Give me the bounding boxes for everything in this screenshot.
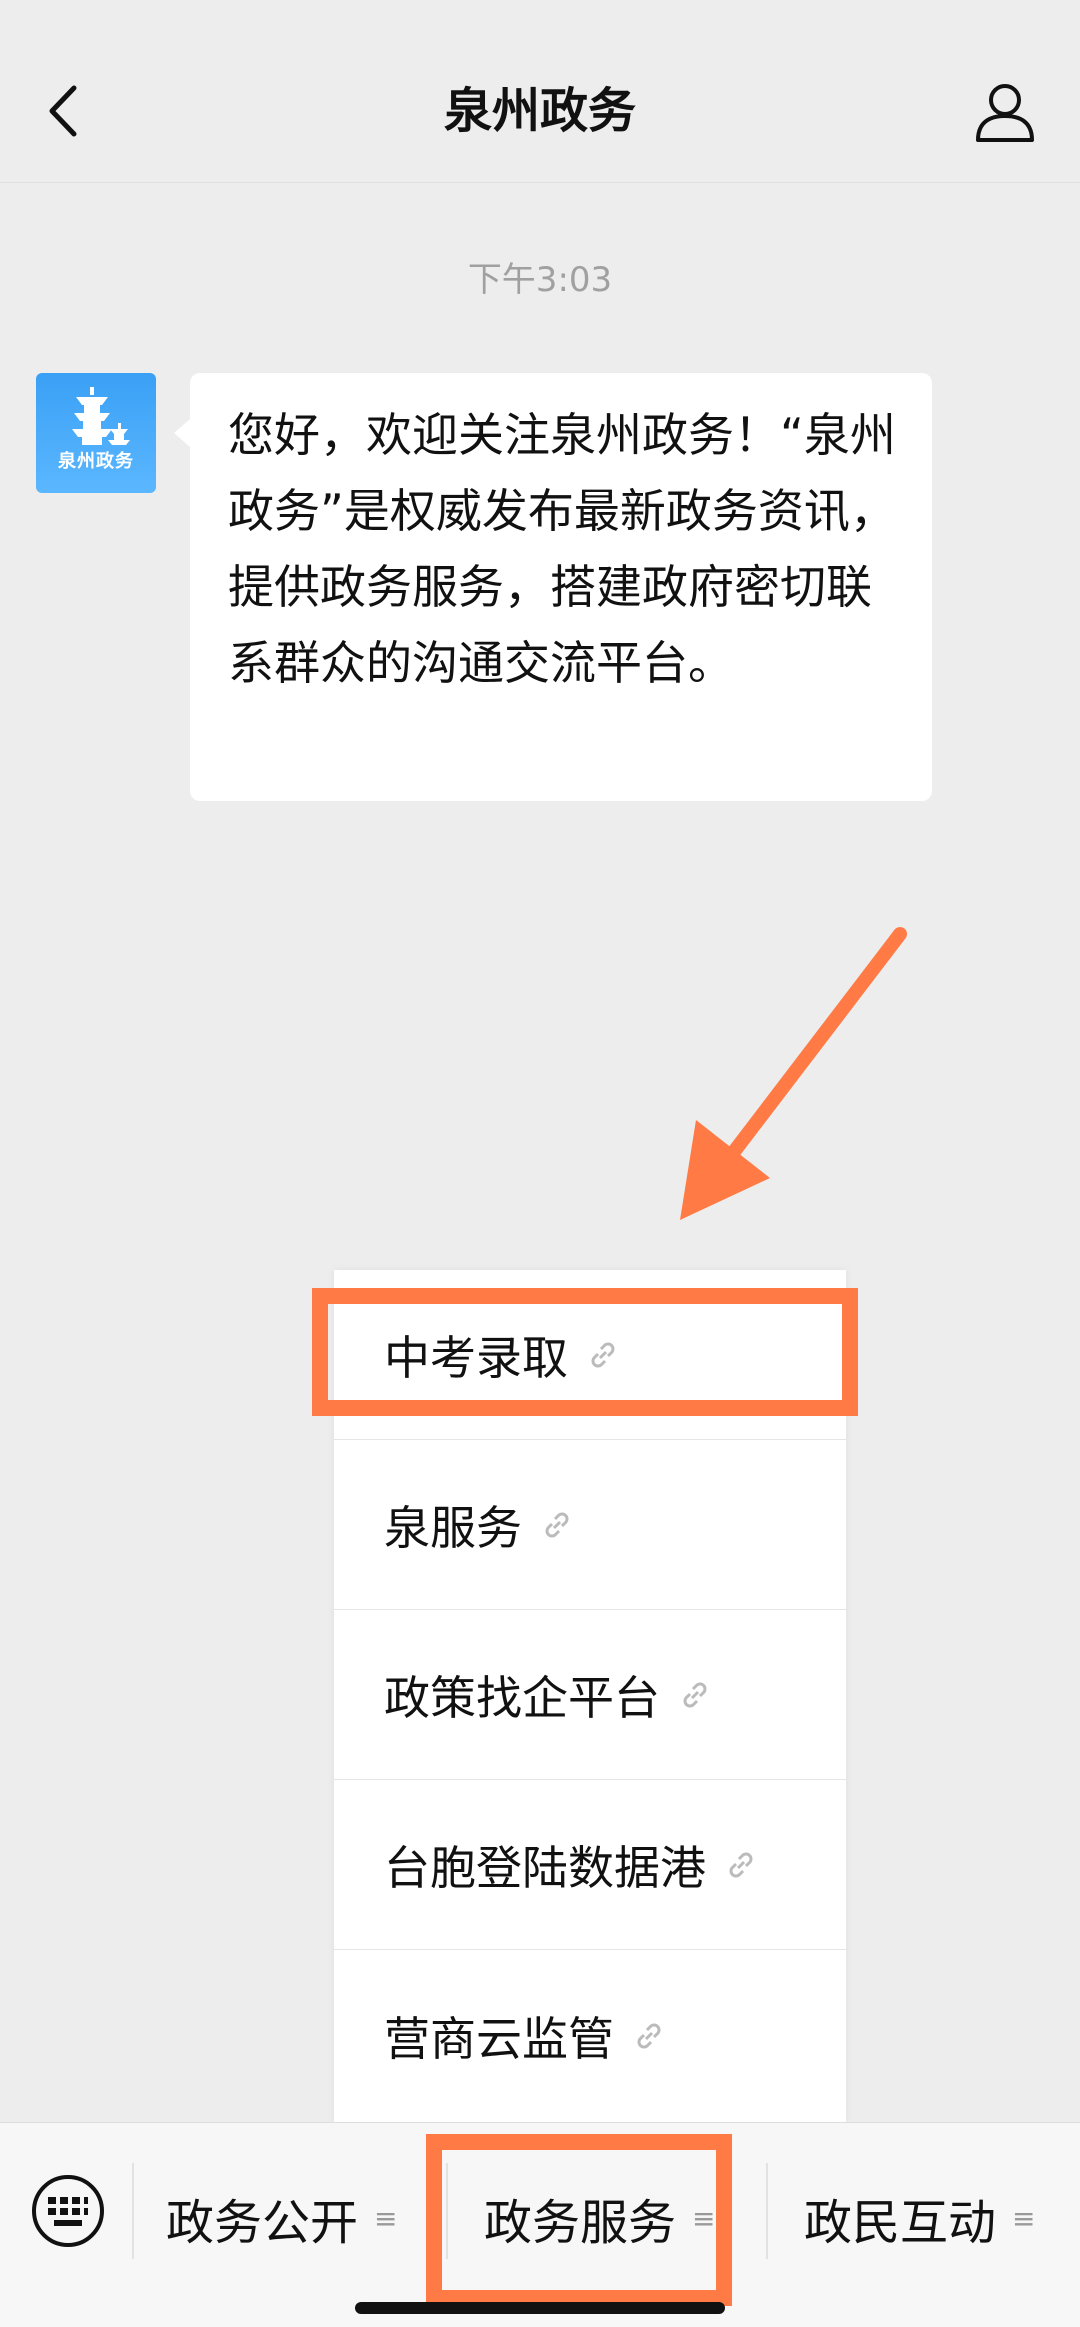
menu-item-label: 台胞登陆数据港 <box>384 1840 706 1895</box>
keyboard-icon[interactable] <box>30 2173 106 2249</box>
arrow-annotation-icon <box>680 927 907 1220</box>
menu-item-label: 中考录取 <box>384 1330 568 1385</box>
divider <box>446 2163 448 2259</box>
avatar[interactable]: 泉州政务 <box>36 373 156 493</box>
user-icon[interactable] <box>970 76 1040 146</box>
menu-item-policy-platform[interactable]: 政策找企平台 <box>334 1610 846 1780</box>
tab-label: 政务服务 <box>484 2195 677 2251</box>
tab-gov-open[interactable]: 政务公开 ≡ <box>166 2183 397 2253</box>
home-indicator[interactable] <box>355 2302 725 2314</box>
link-icon <box>729 1852 753 1877</box>
service-menu: 中考录取 泉服务 政策找企平台 台胞登陆数据港 营商云监管 <box>334 1270 846 2122</box>
tab-gov-service[interactable]: 政务服务 ≡ <box>484 2183 715 2253</box>
divider <box>766 2163 768 2259</box>
avatar-name: 泉州政务 <box>58 451 134 472</box>
menu-item-quan-service[interactable]: 泉服务 <box>334 1440 846 1610</box>
message-text: 您好，欢迎关注泉州政务！“泉州政务”是权威发布最新政务资讯，提供政务服务，搭建政… <box>228 408 896 690</box>
tab-citizen-interaction[interactable]: 政民互动 ≡ <box>804 2183 1035 2253</box>
divider <box>132 2163 134 2259</box>
menu-item-taiwan-data-port[interactable]: 台胞登陆数据港 <box>334 1780 846 1950</box>
link-icon <box>545 1512 569 1537</box>
tab-label: 政务公开 <box>166 2195 359 2251</box>
menu-lines-icon: ≡ <box>1012 2201 1036 2235</box>
link-icon <box>591 1342 615 1367</box>
menu-item-business-cloud[interactable]: 营商云监管 <box>334 1950 846 2122</box>
header-bar: 泉州政务 <box>0 0 1080 183</box>
menu-lines-icon: ≡ <box>692 2201 716 2235</box>
message-timestamp: 下午3:03 <box>467 260 613 300</box>
bottom-menu-bar: 政务公开 ≡ 政务服务 ≡ 政民互动 ≡ <box>0 2122 1080 2327</box>
message-bubble[interactable]: 您好，欢迎关注泉州政务！“泉州政务”是权威发布最新政务资讯，提供政务服务，搭建政… <box>174 373 932 801</box>
pagoda-logo-icon <box>72 387 130 445</box>
page-title: 泉州政务 <box>443 83 636 139</box>
menu-item-label: 营商云监管 <box>384 2012 614 2066</box>
link-icon <box>637 2023 661 2049</box>
menu-item-label: 泉服务 <box>384 1500 522 1555</box>
menu-item-label: 政策找企平台 <box>384 1670 660 1725</box>
tab-label: 政民互动 <box>804 2195 997 2251</box>
menu-item-exam-admission[interactable]: 中考录取 <box>334 1270 846 1440</box>
menu-lines-icon: ≡ <box>374 2201 398 2235</box>
link-icon <box>683 1682 707 1707</box>
